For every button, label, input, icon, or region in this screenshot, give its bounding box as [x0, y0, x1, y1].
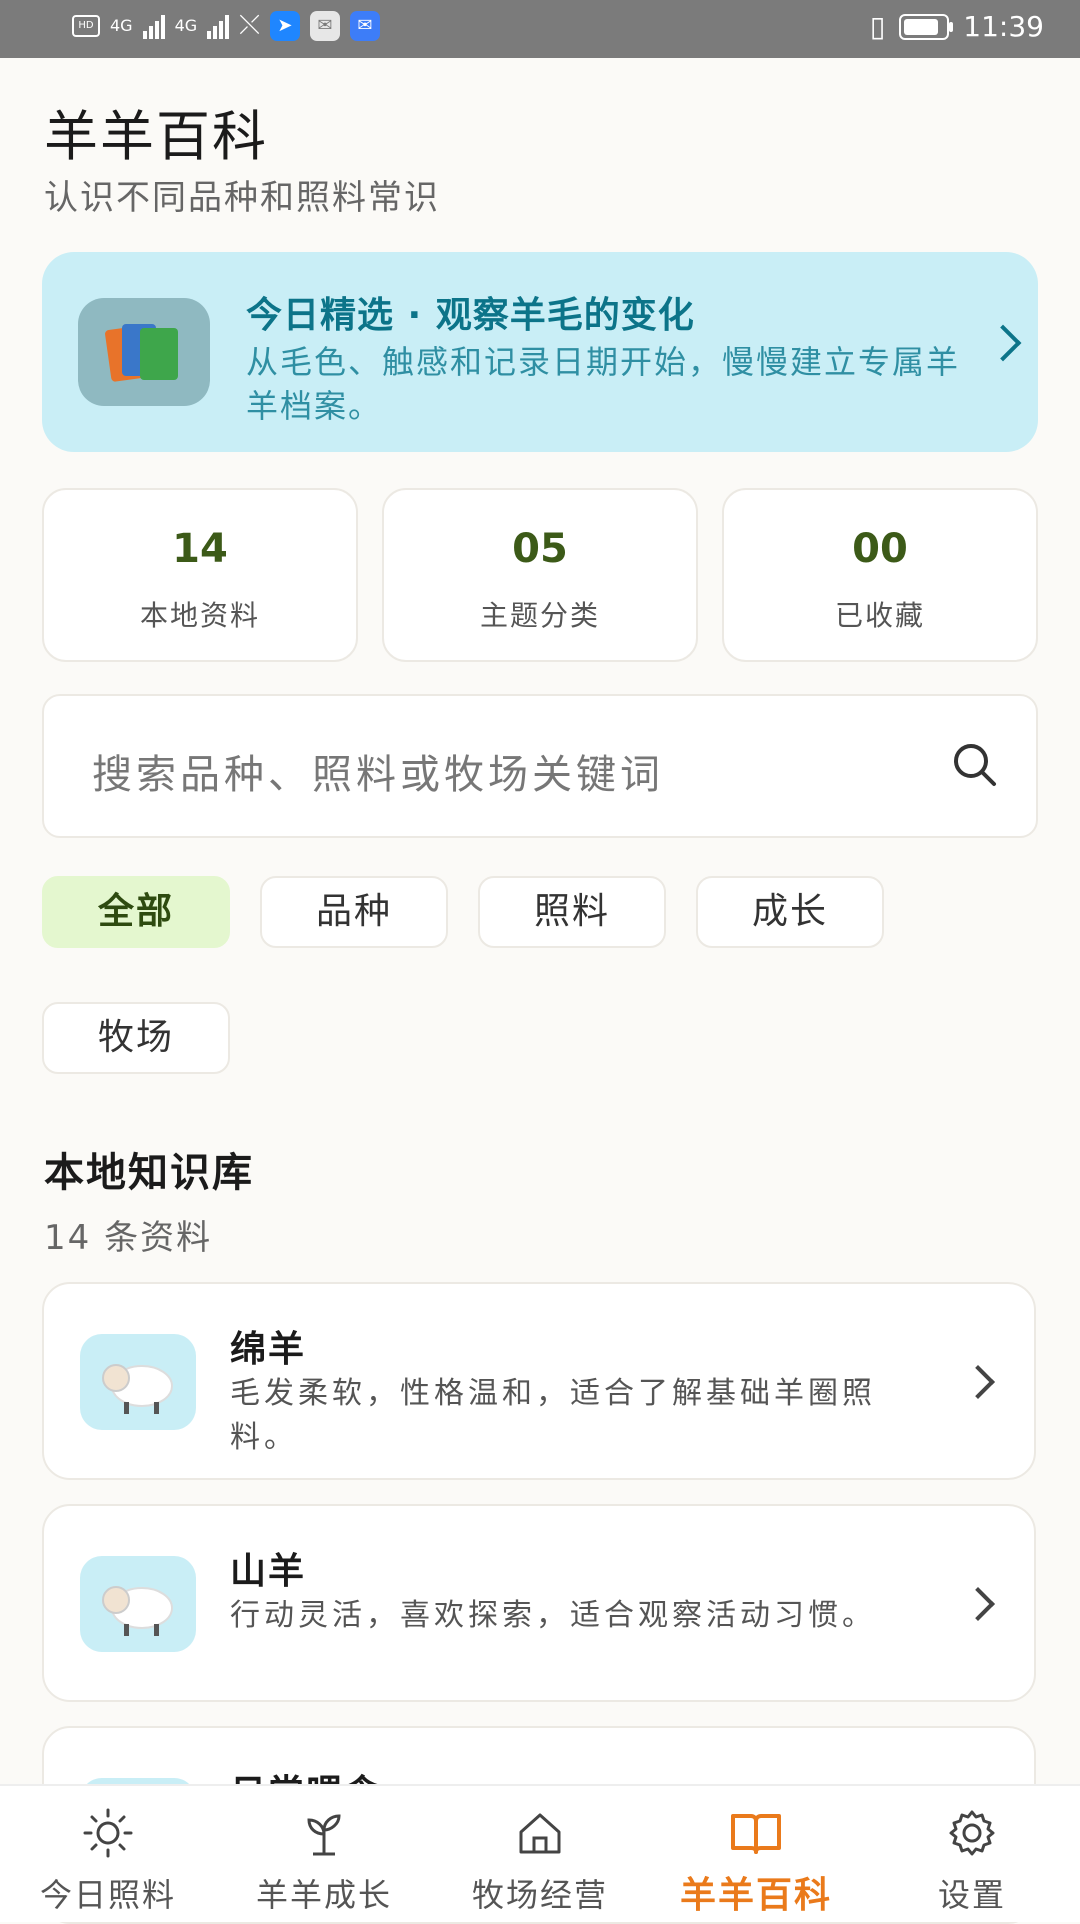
- featured-title: 今日精选 · 观察羊毛的变化: [246, 295, 695, 336]
- bottom-nav: 今日照料 羊羊成长 牧场经营 羊羊百科 设置: [0, 1784, 1080, 1922]
- chevron-right-icon: [984, 324, 1022, 362]
- nav-label: 羊羊百科: [679, 1875, 832, 1916]
- message-icon: ✉: [349, 10, 380, 41]
- books-icon: [78, 298, 210, 406]
- filter-chip-all[interactable]: 全部: [42, 876, 230, 948]
- list-item[interactable]: 绵羊 毛发柔软，性格温和，适合了解基础羊圈照料。: [42, 1282, 1036, 1480]
- sheep-icon: [80, 1556, 196, 1652]
- page-subtitle: 认识不同品种和照料常识: [44, 178, 440, 218]
- list-item[interactable]: 山羊 行动灵活，喜欢探索，适合观察活动习惯。: [42, 1504, 1036, 1702]
- mail-icon: ✉: [309, 10, 340, 41]
- status-right: ▯ 11:39: [870, 10, 1044, 43]
- search-icon[interactable]: [950, 740, 998, 788]
- stat-value: 00: [852, 526, 908, 572]
- network-label-left: 4G: [110, 16, 133, 35]
- network-label-right: 4G: [174, 16, 198, 35]
- sprout-icon: [307, 1814, 341, 1856]
- nav-farm[interactable]: 牧场经营: [432, 1786, 648, 1922]
- stat-card-local: 14 本地资料: [42, 488, 358, 662]
- item-title: 绵羊: [230, 1329, 307, 1370]
- nav-today-care[interactable]: 今日照料: [0, 1786, 216, 1922]
- status-left: HD 4G 4G ⤬ ➤ ✉ ✉: [72, 10, 380, 41]
- stat-label: 已收藏: [834, 599, 925, 632]
- sheep-icon: [80, 1334, 196, 1430]
- chevron-right-icon: [961, 1587, 995, 1621]
- status-bar: HD 4G 4G ⤬ ➤ ✉ ✉ ▯ 11:39: [0, 0, 1080, 58]
- signal-icon-2: [207, 13, 230, 39]
- nav-label: 牧场经营: [471, 1876, 608, 1914]
- battery-icon: [899, 13, 954, 40]
- filter-chip-growth[interactable]: 成长: [696, 876, 884, 948]
- item-description: 毛发柔软，性格温和，适合了解基础羊圈照料。: [230, 1376, 876, 1455]
- search-placeholder: 搜索品种、照料或牧场关键词: [92, 752, 664, 798]
- gear-icon: [949, 1810, 995, 1856]
- nav-settings[interactable]: 设置: [864, 1786, 1080, 1922]
- stat-label: 本地资料: [139, 599, 260, 632]
- filter-chip-farm[interactable]: 牧场: [42, 1002, 230, 1074]
- filter-chip-breed[interactable]: 品种: [260, 876, 448, 948]
- signal-icon: [142, 13, 165, 39]
- item-description: 行动灵活，喜欢探索，适合观察活动习惯。: [230, 1598, 876, 1633]
- section-count: 14 条资料: [44, 1218, 213, 1258]
- nav-label: 今日照料: [39, 1876, 176, 1914]
- search-input[interactable]: 搜索品种、照料或牧场关键词: [42, 694, 1038, 838]
- section-title: 本地知识库: [44, 1150, 254, 1196]
- item-title: 山羊: [230, 1551, 307, 1592]
- book-icon: [731, 1814, 781, 1854]
- page-title: 羊羊百科: [44, 105, 268, 168]
- nav-label: 羊羊成长: [255, 1876, 392, 1914]
- stat-label: 主题分类: [479, 599, 600, 632]
- status-time: 11:39: [963, 10, 1044, 43]
- nav-growth[interactable]: 羊羊成长: [216, 1786, 432, 1922]
- featured-card[interactable]: 今日精选 · 观察羊毛的变化 从毛色、触感和记录日期开始，慢慢建立专属羊羊档案。: [42, 252, 1038, 452]
- vibrate-icon: ▯: [869, 10, 886, 43]
- chevron-right-icon: [961, 1365, 995, 1399]
- stat-value: 05: [512, 526, 568, 572]
- data-saver-icon: ⤬: [239, 10, 260, 40]
- featured-description: 从毛色、触感和记录日期开始，慢慢建立专属羊羊档案。: [246, 343, 961, 425]
- hd-icon: HD: [72, 14, 100, 37]
- nav-label: 设置: [937, 1876, 1006, 1914]
- stat-card-categories: 05 主题分类: [382, 488, 698, 662]
- filter-chip-care[interactable]: 照料: [478, 876, 666, 948]
- stat-card-favorites: 00 已收藏: [722, 488, 1038, 662]
- stat-value: 14: [172, 526, 228, 572]
- sun-icon: [83, 1808, 133, 1858]
- nav-encyclopedia[interactable]: 羊羊百科: [648, 1786, 864, 1922]
- app-notification-icon: ➤: [269, 10, 300, 41]
- home-icon: [519, 1813, 561, 1854]
